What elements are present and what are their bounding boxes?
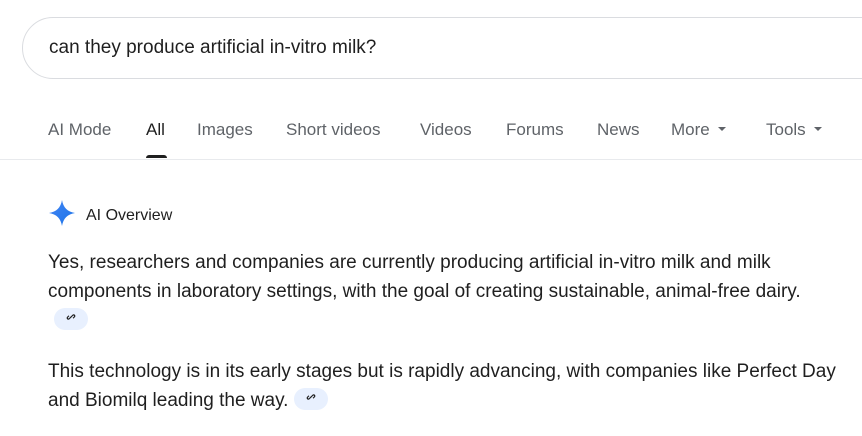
tab-videos[interactable]: Videos <box>420 120 472 140</box>
tab-more-label: More <box>671 120 710 139</box>
source-link-button[interactable] <box>294 387 329 410</box>
ai-overview-paragraph: This technology is in its early stages b… <box>48 357 838 415</box>
ai-overview-paragraph: Yes, researchers and companies are curre… <box>48 248 838 335</box>
tab-tools-label: Tools <box>766 120 806 139</box>
paragraph-text: Yes, researchers and companies are curre… <box>48 252 801 302</box>
tab-all[interactable]: All <box>146 120 165 140</box>
tab-short-videos[interactable]: Short videos <box>286 120 381 140</box>
tab-ai-mode[interactable]: AI Mode <box>48 120 111 140</box>
tab-news[interactable]: News <box>597 120 640 140</box>
ai-overview-title: AI Overview <box>86 206 173 224</box>
paragraph-text: This technology is in its early stages b… <box>48 361 836 411</box>
gemini-sparkle-icon <box>48 199 76 232</box>
search-tabs: AI Mode All Images Short videos Videos F… <box>0 104 862 160</box>
tab-more[interactable]: More <box>671 120 726 140</box>
tab-tools[interactable]: Tools <box>766 120 822 140</box>
chevron-down-icon <box>717 126 726 131</box>
source-link-button[interactable] <box>54 307 88 330</box>
tab-forums[interactable]: Forums <box>506 120 564 140</box>
search-box[interactable]: can they produce artificial in-vitro mil… <box>22 17 862 79</box>
search-input[interactable]: can they produce artificial in-vitro mil… <box>49 37 376 59</box>
active-tab-indicator <box>146 155 167 158</box>
link-icon <box>64 304 78 333</box>
ai-overview-header: AI Overview <box>48 199 172 232</box>
tab-images[interactable]: Images <box>197 120 253 140</box>
chevron-down-icon <box>813 126 822 131</box>
link-icon <box>304 384 318 413</box>
